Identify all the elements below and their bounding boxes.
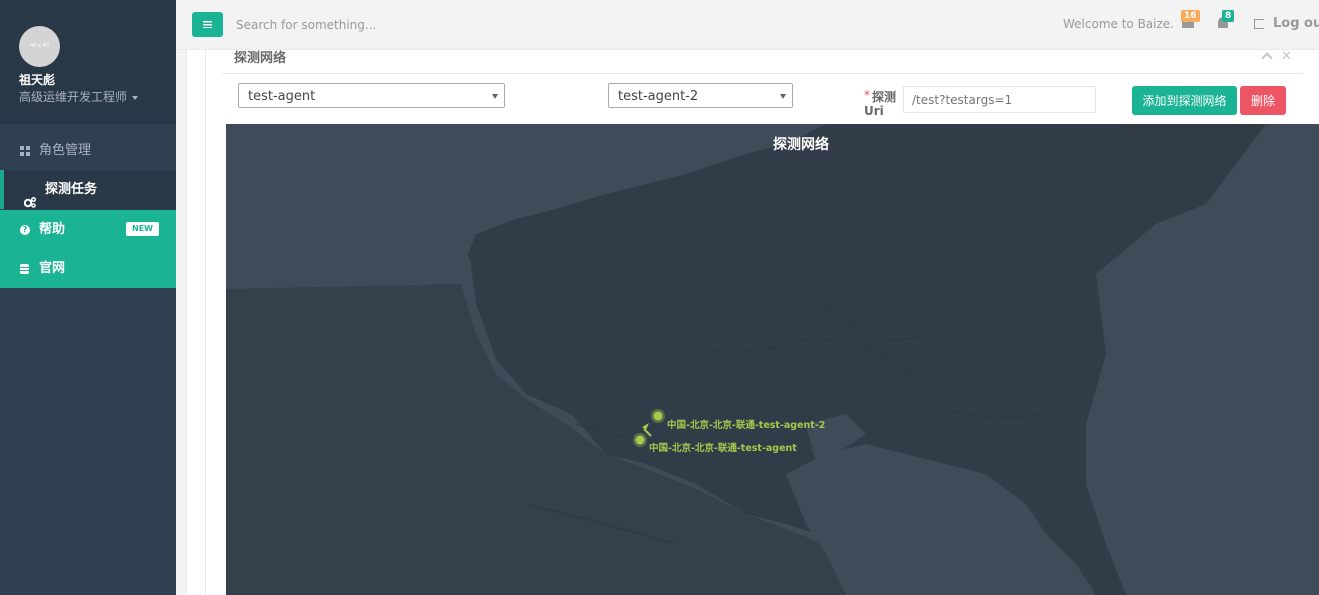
delete-button[interactable]: 删除: [1240, 86, 1286, 115]
avatar[interactable]: 40 x 40: [19, 26, 60, 67]
question-icon: ?: [20, 225, 30, 235]
user-role-label: 高级运维开发工程师: [19, 90, 128, 104]
target-agent-value: test-agent-2: [618, 89, 699, 104]
required-marker: *: [864, 88, 870, 102]
map-title: 探测网络: [773, 137, 829, 153]
sidebar-item-help[interactable]: ? 帮助 NEW: [0, 210, 176, 249]
agent-node[interactable]: [635, 435, 645, 445]
agent-2-node-label: 中国-北京-北京-联通-test-agent-2: [667, 420, 826, 431]
map-geography: [226, 124, 1319, 595]
probe-network-map[interactable]: 探测网络 中国-北京-北京-联通-test-agent-2 中国-北京-北京-联…: [226, 124, 1319, 595]
user-name[interactable]: 祖天彪: [19, 71, 55, 88]
uri-label: 探测: [872, 90, 897, 104]
menu-toggle-button[interactable]: [192, 12, 223, 37]
sidebar: 40 x 40 祖天彪 高级运维开发工程师 角色管理 探测任务 ? 帮助 NEW…: [0, 0, 176, 595]
gears-icon: [23, 185, 37, 208]
close-icon[interactable]: ✕: [1281, 49, 1292, 64]
agent-2-node[interactable]: [653, 411, 663, 421]
sidebar-item-label: 官网: [39, 261, 66, 276]
database-icon: [20, 264, 30, 274]
new-badge: NEW: [126, 222, 159, 236]
sign-out-icon: [1254, 19, 1264, 29]
profile-panel: 40 x 40 祖天彪 高级运维开发工程师: [0, 0, 176, 124]
source-agent-select[interactable]: test-agent: [238, 83, 505, 108]
sidebar-item-label: 探测任务: [45, 182, 98, 197]
collapse-icon[interactable]: [1261, 51, 1273, 64]
search-input[interactable]: [236, 12, 736, 38]
sidebar-item-label: 角色管理: [39, 143, 92, 158]
uri-input[interactable]: [903, 86, 1096, 113]
chevron-down-icon: [780, 94, 786, 99]
add-to-network-button[interactable]: 添加到探测网络: [1132, 86, 1237, 115]
mail-count-badge: 16: [1181, 10, 1200, 22]
welcome-message: Welcome to Baize.: [1063, 17, 1174, 31]
top-navbar: Welcome to Baize. 16 8 Log out: [176, 0, 1319, 50]
logout-link[interactable]: Log out: [1273, 16, 1319, 31]
alert-count-badge: 8: [1222, 10, 1235, 22]
source-agent-value: test-agent: [248, 89, 316, 104]
panel-divider: [222, 73, 1303, 74]
caret-down-icon: [132, 95, 139, 100]
target-agent-select[interactable]: test-agent-2: [608, 83, 793, 108]
sidebar-item-roles[interactable]: 角色管理: [0, 131, 176, 170]
agent-node-label: 中国-北京-北京-联通-test-agent: [649, 443, 797, 454]
content-divider: [205, 50, 206, 595]
sidebar-item-label: 帮助: [39, 222, 66, 237]
sidebar-item-official-site[interactable]: 官网: [0, 249, 176, 288]
uri-label-suffix: Uri: [864, 104, 884, 118]
grid-icon: [20, 146, 30, 156]
sidebar-item-probe-tasks[interactable]: 探测任务: [0, 170, 176, 209]
chevron-down-icon: [492, 94, 498, 99]
panel-title: 探测网络: [234, 51, 287, 66]
hamburger-icon: [203, 21, 212, 28]
user-role-dropdown[interactable]: 高级运维开发工程师: [19, 88, 139, 105]
